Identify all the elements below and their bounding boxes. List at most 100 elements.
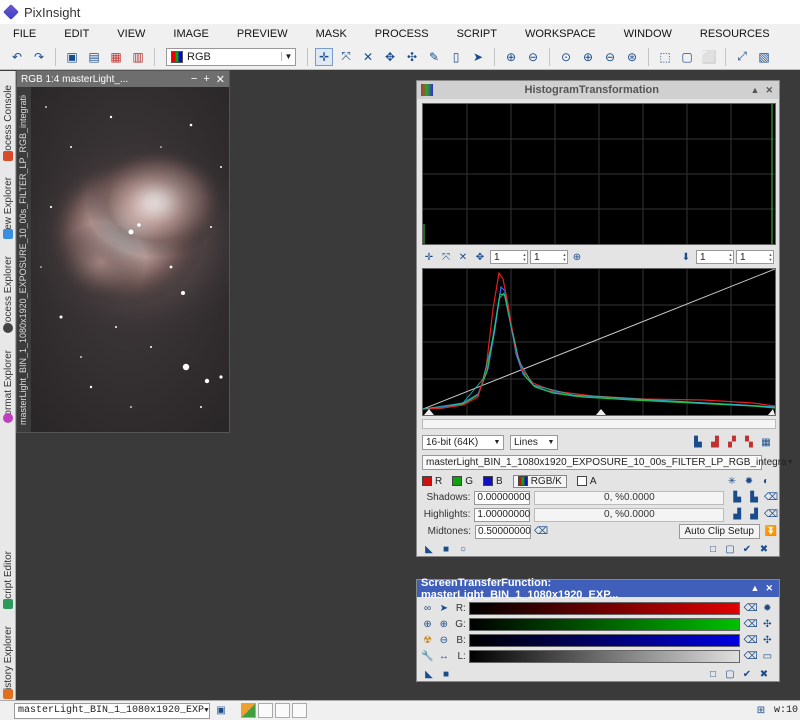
maximize-icon[interactable]: ⤢ bbox=[733, 48, 751, 66]
reset-icon[interactable]: ⌫ bbox=[744, 634, 758, 648]
show-curve-icon[interactable]: ▚ bbox=[742, 435, 756, 449]
image-id-tab[interactable]: masterLight_BIN_1_1080x1920_EXPOSURE_10_… bbox=[17, 87, 31, 432]
tab-process-console[interactable]: Process Console bbox=[0, 71, 16, 161]
zoom-reset-icon[interactable]: ✕ bbox=[456, 250, 470, 264]
monitor-icon[interactable]: ▭ bbox=[761, 650, 774, 664]
channel-b[interactable]: B bbox=[483, 476, 503, 487]
pointer-icon[interactable]: ➤ bbox=[437, 602, 450, 616]
apply-icon[interactable]: ■ bbox=[439, 667, 453, 681]
crosshair-icon[interactable]: ✳ bbox=[725, 474, 739, 488]
zoom-fit-icon[interactable]: ⤧ bbox=[439, 250, 453, 264]
fullscreen-icon[interactable]: ⬜ bbox=[700, 48, 718, 66]
shade-icon[interactable]: ▲ bbox=[751, 85, 760, 96]
resolution-select[interactable]: 16-bit (64K) ▼ bbox=[422, 434, 504, 450]
zoom-y-lower[interactable]: 1 bbox=[736, 250, 774, 264]
reset-all-icon[interactable]: ✖ bbox=[757, 667, 771, 681]
zoom-out-alt-icon[interactable]: ⊖ bbox=[601, 48, 619, 66]
mask-icon[interactable]: ▥ bbox=[129, 48, 147, 66]
menu-edit[interactable]: EDIT bbox=[57, 28, 96, 40]
shade-icon[interactable]: − bbox=[191, 73, 197, 86]
edit-preview-icon[interactable]: ✎ bbox=[425, 48, 443, 66]
midtones-input[interactable]: 0.50000000 bbox=[475, 524, 531, 539]
menu-script[interactable]: SCRIPT bbox=[450, 28, 504, 40]
menu-workspace[interactable]: WORKSPACE bbox=[518, 28, 603, 40]
wrench-icon[interactable]: 🔧 bbox=[421, 650, 434, 664]
shadows-input[interactable]: 0.00000000 bbox=[474, 490, 531, 505]
auto-shadows-icon[interactable]: ▙ bbox=[730, 491, 744, 505]
menu-preview[interactable]: PREVIEW bbox=[230, 28, 295, 40]
fit-window-icon[interactable]: ⬚ bbox=[656, 48, 674, 66]
image-window-icon[interactable]: ▤ bbox=[85, 48, 103, 66]
zoom-in-icon[interactable]: ⊕ bbox=[502, 48, 520, 66]
channel-rgbk[interactable]: RGB/K bbox=[512, 474, 567, 488]
zoom-out-icon[interactable]: ⊖ bbox=[524, 48, 542, 66]
readout-crosshair-icon[interactable]: ✛ bbox=[315, 47, 333, 66]
menu-image[interactable]: IMAGE bbox=[166, 28, 215, 40]
settings-icon[interactable]: ✹ bbox=[761, 602, 774, 616]
reset-midtones-icon[interactable]: ⌫ bbox=[534, 525, 548, 539]
tile-icon[interactable]: ▧ bbox=[755, 48, 773, 66]
shade-icon[interactable]: ▲ bbox=[751, 583, 760, 594]
real-time-preview-icon[interactable]: ○ bbox=[456, 542, 470, 556]
zoom-fit-icon[interactable]: ⤧ bbox=[337, 48, 355, 66]
reset-icon[interactable]: ⌫ bbox=[744, 602, 758, 616]
image-icon[interactable]: ▣ bbox=[214, 704, 228, 718]
redo-icon[interactable]: ↷ bbox=[30, 48, 48, 66]
new-instance-icon[interactable]: ◣ bbox=[422, 542, 436, 556]
tab-process-explorer[interactable]: Process Explorer bbox=[0, 241, 16, 333]
histogram-scrollbar[interactable] bbox=[422, 419, 776, 429]
auto-highlights-icon[interactable]: ▟ bbox=[730, 508, 744, 522]
crosshair-icon[interactable]: ✛ bbox=[422, 250, 436, 264]
auto-stretch-icon[interactable]: ☢ bbox=[421, 634, 434, 648]
shadows-histogram-icon[interactable]: ▙ bbox=[747, 491, 761, 505]
zoom-out-icon[interactable]: ⊖ bbox=[437, 634, 450, 648]
menu-window[interactable]: WINDOW bbox=[617, 28, 679, 40]
stf-slider-r[interactable] bbox=[468, 602, 740, 615]
reset-instance-icon[interactable]: □ bbox=[706, 667, 720, 681]
grid-icon[interactable]: ▦ bbox=[759, 435, 773, 449]
stf-slider-g[interactable] bbox=[468, 618, 740, 631]
zoom-in-alt-icon[interactable]: ⊕ bbox=[437, 618, 450, 632]
zoom-to-window-icon[interactable]: ⊛ bbox=[623, 48, 641, 66]
documentation-icon[interactable]: ▢ bbox=[723, 667, 737, 681]
move-icon[interactable]: ✣ bbox=[403, 48, 421, 66]
zoom-in-alt-icon[interactable]: ⊕ bbox=[579, 48, 597, 66]
highlights-histogram-icon[interactable]: ▟ bbox=[747, 508, 761, 522]
input-histogram[interactable] bbox=[422, 268, 776, 416]
close-icon[interactable]: ✕ bbox=[765, 583, 773, 594]
link-channels-icon[interactable]: ∞ bbox=[421, 602, 434, 616]
undo-icon[interactable]: ↶ bbox=[8, 48, 26, 66]
histogram-transformation-window[interactable]: HistogramTransformation ▲ ✕ ✛ ⤧ ✕ ✥ 1 1 … bbox=[416, 80, 794, 557]
apply-icon[interactable]: ■ bbox=[439, 542, 453, 556]
reset-icon[interactable]: ⌫ bbox=[744, 618, 758, 632]
stf-titlebar[interactable]: ScreenTransferFunction: masterLight_BIN_… bbox=[417, 577, 779, 601]
pan-icon[interactable]: ✥ bbox=[381, 48, 399, 66]
tab-history-explorer[interactable]: History Explorer bbox=[0, 611, 16, 699]
pointer-icon[interactable]: ➤ bbox=[469, 48, 487, 66]
channel-a[interactable]: A bbox=[576, 476, 596, 487]
zoom-in-icon[interactable]: ⊕ bbox=[570, 250, 584, 264]
channel-g[interactable]: G bbox=[452, 476, 473, 487]
reset-shadows-icon[interactable]: ⌫ bbox=[764, 491, 778, 505]
maximize-icon[interactable]: + bbox=[203, 73, 209, 86]
stf-window[interactable]: ScreenTransferFunction: masterLight_BIN_… bbox=[416, 577, 780, 682]
tab-format-explorer[interactable]: Format Explorer bbox=[0, 335, 16, 423]
fit-view-icon[interactable]: ▢ bbox=[678, 48, 696, 66]
arrow-down-icon[interactable]: ⬇ bbox=[679, 250, 693, 264]
zoom-x-lower[interactable]: 1 bbox=[696, 250, 734, 264]
color-channels-icon[interactable]: ▦ bbox=[107, 48, 125, 66]
image-viewport[interactable] bbox=[31, 87, 229, 432]
menu-file[interactable]: FILE bbox=[6, 28, 43, 40]
reset-icon[interactable]: ⌫ bbox=[744, 650, 758, 664]
zoom-y-upper[interactable]: 1 bbox=[530, 250, 568, 264]
documentation-icon[interactable]: ▢ bbox=[723, 542, 737, 556]
close-icon[interactable]: ✕ bbox=[765, 85, 773, 96]
reset-highlights-icon[interactable]: ⌫ bbox=[764, 508, 778, 522]
new-preview-icon[interactable]: ▯ bbox=[447, 48, 465, 66]
zoom-in-icon[interactable]: ⊕ bbox=[421, 618, 434, 632]
menu-view[interactable]: VIEW bbox=[110, 28, 152, 40]
pan-icon[interactable]: ✥ bbox=[473, 250, 487, 264]
menu-process[interactable]: PROCESS bbox=[368, 28, 436, 40]
show-channels-icon[interactable]: ▞ bbox=[725, 435, 739, 449]
reset-icon[interactable]: ◐ bbox=[759, 474, 773, 488]
